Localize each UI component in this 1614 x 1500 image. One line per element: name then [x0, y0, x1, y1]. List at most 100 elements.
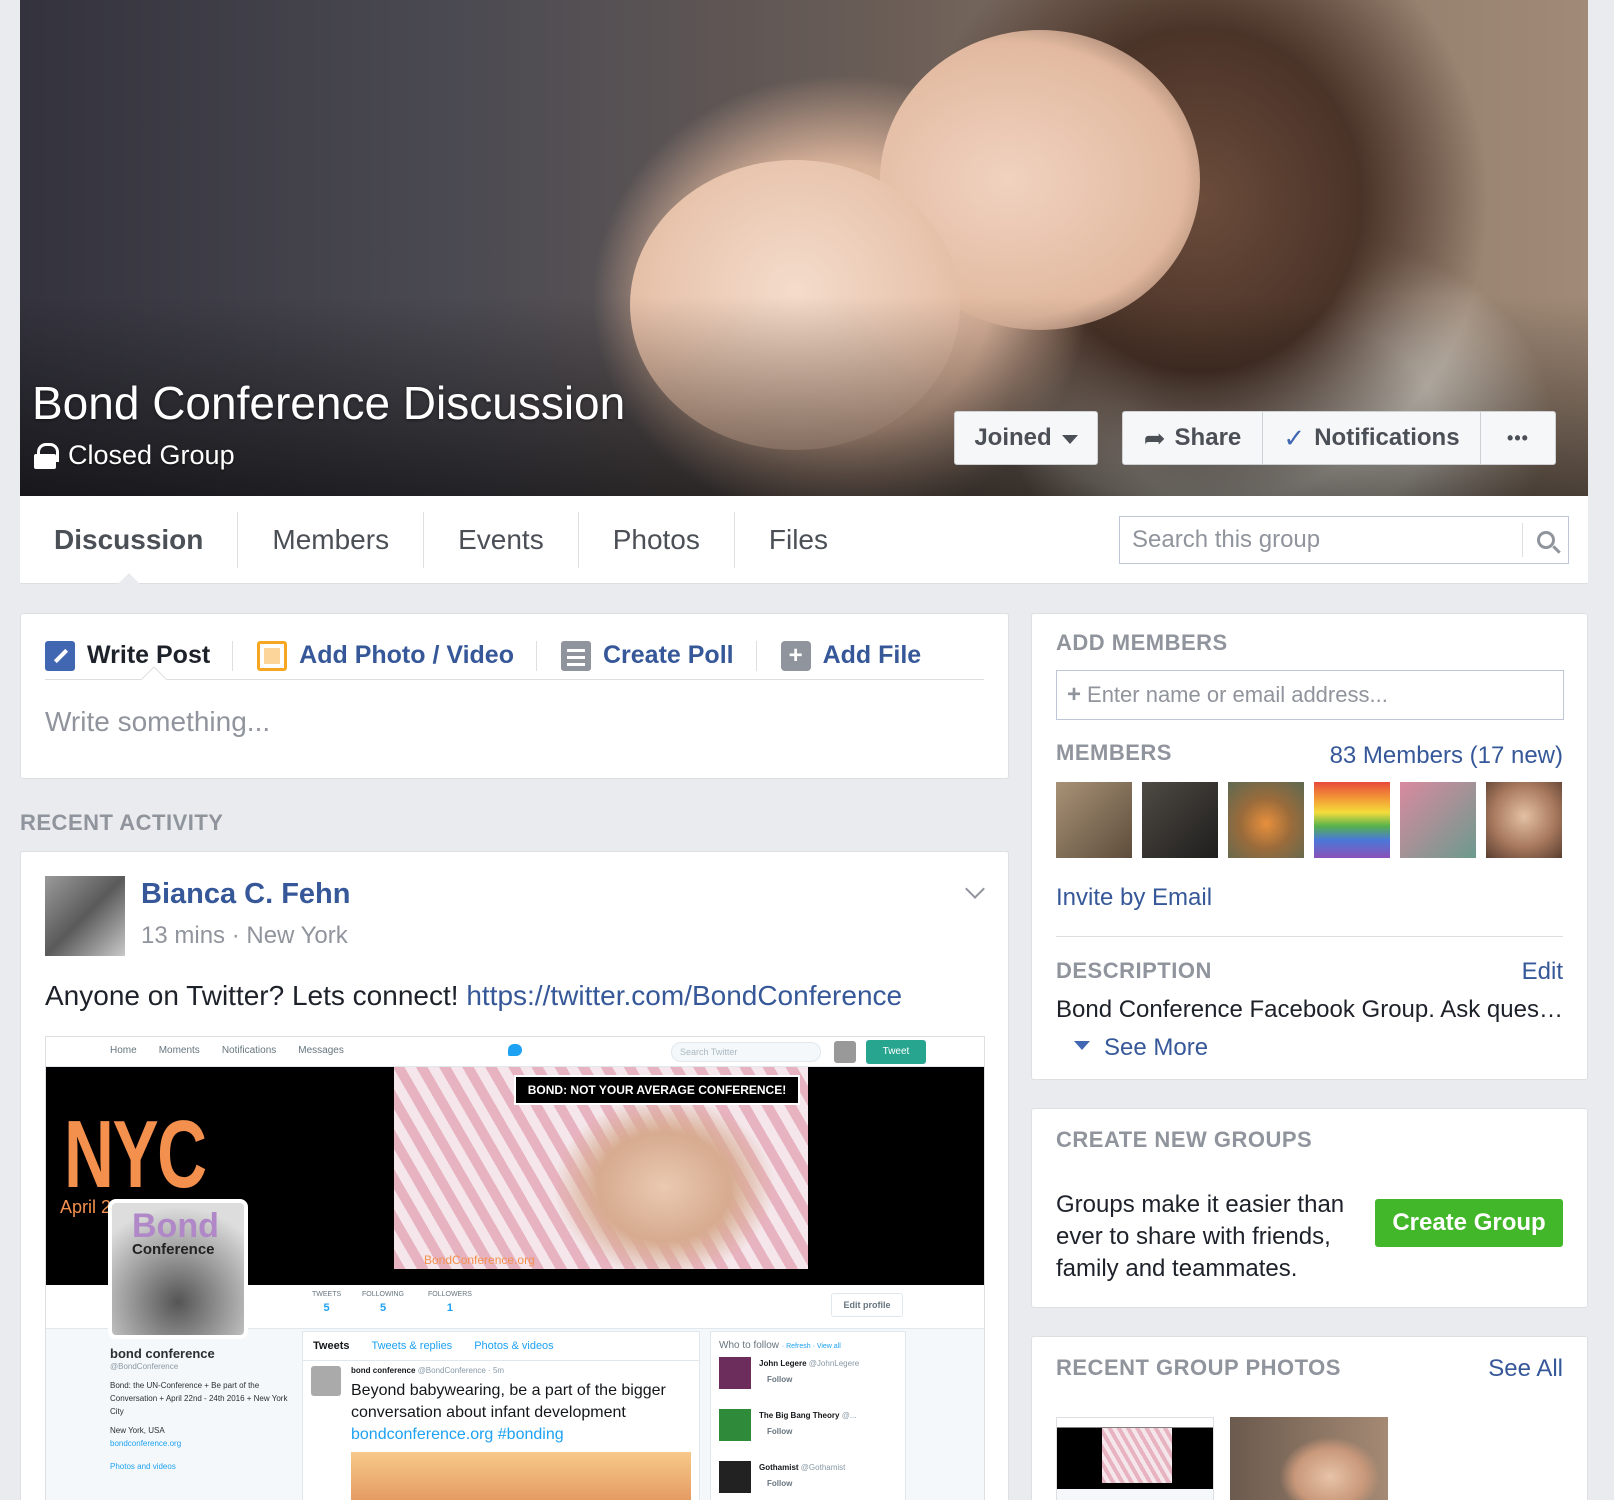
edit-description-link[interactable]: Edit [1522, 958, 1563, 986]
twitter-stat-value: 5 [323, 1302, 330, 1314]
group-search [1119, 516, 1569, 564]
twitter-bio-photos: Photos and videos [110, 1462, 176, 1471]
post-author[interactable]: Bianca C. Fehn [141, 878, 351, 911]
create-group-button[interactable]: Create Group [1375, 1199, 1563, 1247]
recent-photos-card: RECENT GROUP PHOTOS See All [1031, 1336, 1588, 1500]
more-options-icon: ••• [1507, 427, 1529, 448]
twitter-stat-following: FOLLOWING 5 [362, 1291, 404, 1314]
twitter-wtf-row: Gothamist @Gothamist Follow [719, 1461, 897, 1500]
member-thumbnail[interactable] [1400, 782, 1476, 858]
chevron-down-icon[interactable] [965, 879, 985, 899]
twitter-wtf-name: John Legere @JohnLegere [759, 1359, 859, 1368]
write-post-button[interactable]: Write Post [45, 640, 234, 671]
search-button[interactable] [1522, 523, 1568, 557]
tab-discussion[interactable]: Discussion [20, 512, 239, 585]
joined-button[interactable]: Joined [954, 411, 1098, 465]
member-thumbnail[interactable] [1142, 782, 1218, 858]
group-tabs: Discussion Members Events Photos Files [20, 496, 862, 585]
joined-label: Joined [974, 424, 1052, 451]
write-post-label: Write Post [87, 641, 211, 669]
tab-files[interactable]: Files [735, 512, 862, 568]
member-thumbnails [1056, 782, 1562, 858]
twitter-stat-label: FOLLOWERS [428, 1291, 472, 1298]
create-poll-button[interactable]: Create Poll [560, 640, 757, 671]
twitter-profile-picture: Bond Conference [108, 1199, 248, 1339]
twitter-wtf-handle: @JohnLegere [808, 1359, 860, 1368]
recent-photo-thumbnail[interactable] [1056, 1417, 1214, 1500]
twitter-timeline-tabs: Tweets Tweets & replies Photos & videos [303, 1332, 699, 1361]
twitter-wtf-avatar [719, 1409, 751, 1441]
recent-photos-label: RECENT GROUP PHOTOS [1056, 1355, 1341, 1380]
twitter-wtf-name: Gothamist @Gothamist [759, 1463, 845, 1472]
twitter-tweet-avatar [311, 1366, 341, 1396]
add-members-field: + [1056, 670, 1564, 720]
member-thumbnail[interactable] [1314, 782, 1390, 858]
poll-icon [560, 640, 591, 671]
twitter-tweet-text: Beyond babywearing, be a part of the big… [351, 1382, 666, 1421]
twitter-wtf-follow: Follow [767, 1479, 793, 1488]
twitter-stat-label: TWEETS [312, 1291, 342, 1298]
member-thumbnail[interactable] [1056, 782, 1132, 858]
member-thumbnail[interactable] [1228, 782, 1304, 858]
recent-photo-thumbnail[interactable] [1230, 1417, 1388, 1500]
tab-events[interactable]: Events [424, 512, 579, 568]
cover-button-group: ➦ Share ✓ Notifications ••• [1122, 411, 1556, 465]
caret-down-icon [1061, 435, 1078, 444]
notifications-button[interactable]: ✓ Notifications [1263, 412, 1481, 464]
twitter-tweet-link: bondconference.org [351, 1426, 494, 1443]
twitter-wtf-name: The Big Bang Theory @... [759, 1411, 856, 1420]
composer-actions: Write Post Add Photo / Video Create Poll… [45, 632, 984, 680]
twitter-wtf-name-text: Gothamist [759, 1463, 799, 1472]
composer-input[interactable]: Write something... [45, 706, 270, 738]
add-photo-video-button[interactable]: Add Photo / Video [257, 640, 537, 671]
twitter-tweet-body: Beyond babywearing, be a part of the big… [351, 1380, 691, 1446]
share-button[interactable]: ➦ Share [1123, 412, 1263, 464]
check-icon: ✓ [1283, 422, 1306, 453]
members-count-link[interactable]: 83 Members (17 new) [1330, 742, 1563, 770]
more-options-button[interactable]: ••• [1481, 412, 1555, 464]
twitter-timeline: Tweets Tweets & replies Photos & videos … [302, 1331, 700, 1500]
search-icon [1536, 531, 1555, 549]
twitter-pp-conference: Conference [132, 1241, 215, 1258]
create-poll-label: Create Poll [602, 641, 734, 669]
post-link[interactable]: https://twitter.com/BondConference [466, 980, 902, 1011]
add-file-button[interactable]: Add File [780, 640, 944, 671]
twitter-tab-replies: Tweets & replies [371, 1340, 453, 1352]
twitter-wtf-row: The Big Bang Theory @... Follow [719, 1409, 897, 1455]
group-title[interactable]: Bond Conference Discussion [32, 376, 625, 430]
group-search-input[interactable] [1120, 517, 1522, 563]
create-groups-label: CREATE NEW GROUPS [1056, 1127, 1313, 1152]
invite-by-email-link[interactable]: Invite by Email [1056, 884, 1212, 912]
group-privacy: Closed Group [34, 440, 235, 471]
twitter-search: Search Twitter [671, 1042, 821, 1062]
twitter-wtf-handle: @... [841, 1411, 857, 1420]
member-thumbnail[interactable] [1486, 782, 1562, 858]
add-file-label: Add File [822, 641, 922, 669]
twitter-nyc-text: NYC [64, 1101, 207, 1208]
twitter-tweet-hashtag: #bonding [497, 1426, 564, 1443]
photo-icon [257, 640, 288, 671]
see-all-link[interactable]: See All [1488, 1355, 1563, 1383]
add-photo-video-label: Add Photo / Video [299, 641, 514, 669]
twitter-wtf-avatar [719, 1357, 751, 1389]
tab-photos[interactable]: Photos [579, 512, 735, 568]
tab-members[interactable]: Members [238, 512, 425, 568]
twitter-tab-photos: Photos & videos [474, 1340, 554, 1352]
see-more-link[interactable]: See More [1074, 1034, 1208, 1062]
create-groups-card: CREATE NEW GROUPS Groups make it easier … [1031, 1108, 1588, 1308]
twitter-stat-followers: FOLLOWERS 1 [428, 1291, 472, 1314]
twitter-wtf-title: Who to follow [719, 1340, 780, 1351]
twitter-who-to-follow: Who to follow · Refresh · View all John … [710, 1331, 906, 1500]
twitter-stat-tweets: TWEETS 5 [312, 1291, 341, 1314]
post-attached-screenshot[interactable]: Home Moments Notifications Messages Sear… [45, 1036, 985, 1500]
avatar[interactable] [45, 876, 125, 956]
post-meta: 13 mins · New York [141, 922, 348, 949]
add-members-input[interactable] [1087, 682, 1563, 708]
group-nav-bar: Discussion Members Events Photos Files [20, 496, 1588, 585]
twitter-topbar: Home Moments Notifications Messages Sear… [46, 1037, 984, 1067]
twitter-tweet-header: bond conference @BondConference · 5m [351, 1366, 504, 1375]
twitter-nav: Home Moments Notifications Messages [110, 1045, 344, 1056]
twitter-bio-handle: @BondConference [110, 1362, 179, 1371]
twitter-tweet-name: bond conference [351, 1366, 416, 1375]
twitter-nav-messages: Messages [298, 1045, 344, 1056]
